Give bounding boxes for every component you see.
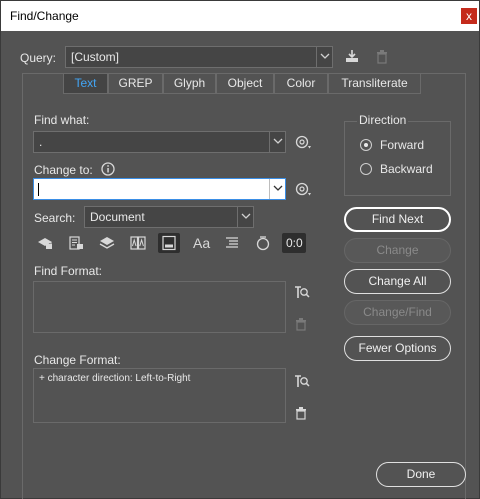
change-to-label: Change to: bbox=[34, 163, 93, 177]
query-select[interactable]: [Custom] bbox=[65, 46, 333, 68]
tab-transliterate[interactable]: Transliterate bbox=[328, 73, 421, 94]
query-value: [Custom] bbox=[71, 50, 120, 64]
special-characters-icon[interactable] bbox=[292, 179, 314, 199]
find-change-dialog: Find/Change x Query: [Custom] Text GREP … bbox=[0, 0, 480, 499]
special-characters-icon[interactable] bbox=[292, 132, 314, 152]
include-footnotes-icon[interactable] bbox=[158, 233, 180, 253]
trash-icon[interactable] bbox=[290, 314, 312, 334]
full-half-width-icon[interactable]: 0:0 bbox=[282, 233, 306, 253]
close-button[interactable]: x bbox=[461, 8, 477, 24]
direction-label: Direction bbox=[357, 113, 409, 127]
tab-grep[interactable]: GREP bbox=[108, 73, 163, 94]
search-scope-value: Document bbox=[90, 210, 145, 224]
chevron-down-icon[interactable] bbox=[269, 132, 285, 152]
change-format-box[interactable]: + character direction: Left-to-Right bbox=[33, 368, 286, 423]
tab-text[interactable]: Text bbox=[63, 73, 108, 94]
whole-word-icon[interactable] bbox=[221, 233, 243, 253]
change-find-button[interactable]: Change/Find bbox=[344, 300, 451, 325]
save-query-icon[interactable] bbox=[341, 46, 363, 66]
specify-attributes-icon[interactable] bbox=[290, 371, 312, 391]
tab-label: Transliterate bbox=[341, 76, 408, 90]
full-half-width-label: 0:0 bbox=[286, 236, 303, 250]
tab-glyph[interactable]: Glyph bbox=[163, 73, 216, 94]
forward-label[interactable]: Forward bbox=[380, 138, 424, 152]
change-format-label: Change Format: bbox=[34, 353, 121, 367]
change-to-input[interactable] bbox=[33, 178, 286, 200]
title-bar: Find/Change x bbox=[1, 1, 479, 31]
search-label: Search: bbox=[34, 211, 76, 225]
tab-object[interactable]: Object bbox=[216, 73, 274, 94]
change-format-text: + character direction: Left-to-Right bbox=[39, 373, 191, 384]
tab-label: Object bbox=[227, 76, 263, 90]
backward-label[interactable]: Backward bbox=[380, 162, 433, 176]
close-icon[interactable]: x bbox=[466, 9, 472, 23]
trash-icon[interactable] bbox=[371, 46, 393, 66]
tab-label: GREP bbox=[118, 76, 153, 90]
done-button[interactable]: Done bbox=[376, 462, 466, 487]
forward-radio[interactable] bbox=[360, 139, 372, 151]
include-locked-stories-icon[interactable] bbox=[65, 233, 87, 253]
direction-group bbox=[344, 121, 451, 196]
specify-attributes-icon[interactable] bbox=[290, 282, 312, 302]
change-all-button[interactable]: Change All bbox=[344, 269, 451, 294]
find-what-value: . bbox=[39, 135, 43, 149]
query-label: Query: bbox=[20, 51, 57, 65]
info-icon bbox=[101, 162, 115, 179]
text-caret bbox=[38, 183, 39, 196]
chevron-down-icon[interactable] bbox=[316, 47, 332, 67]
kana-sensitive-icon[interactable] bbox=[252, 233, 274, 253]
include-master-pages-icon[interactable] bbox=[127, 233, 149, 253]
find-what-input[interactable]: . bbox=[33, 131, 286, 153]
trash-icon[interactable] bbox=[290, 403, 312, 423]
fewer-options-button[interactable]: Fewer Options bbox=[344, 336, 451, 361]
chevron-down-icon[interactable] bbox=[237, 207, 253, 227]
change-button[interactable]: Change bbox=[344, 238, 451, 263]
window-title: Find/Change bbox=[10, 9, 79, 23]
case-sensitive-label: Aa bbox=[193, 235, 211, 251]
find-format-label: Find Format: bbox=[34, 264, 103, 278]
include-locked-layers-icon[interactable] bbox=[34, 233, 56, 253]
find-next-button[interactable]: Find Next bbox=[344, 207, 451, 232]
find-what-label: Find what: bbox=[34, 113, 90, 127]
tab-label: Text bbox=[74, 76, 97, 90]
chevron-down-icon[interactable] bbox=[269, 179, 285, 199]
backward-radio[interactable] bbox=[360, 163, 372, 175]
include-hidden-layers-icon[interactable] bbox=[96, 233, 118, 253]
tab-color[interactable]: Color bbox=[274, 73, 328, 94]
find-format-box[interactable] bbox=[33, 281, 286, 333]
case-sensitive-icon[interactable]: Aa bbox=[190, 233, 212, 253]
search-scope-select[interactable]: Document bbox=[84, 206, 254, 228]
tab-label: Color bbox=[286, 76, 316, 90]
tab-label: Glyph bbox=[173, 76, 206, 90]
